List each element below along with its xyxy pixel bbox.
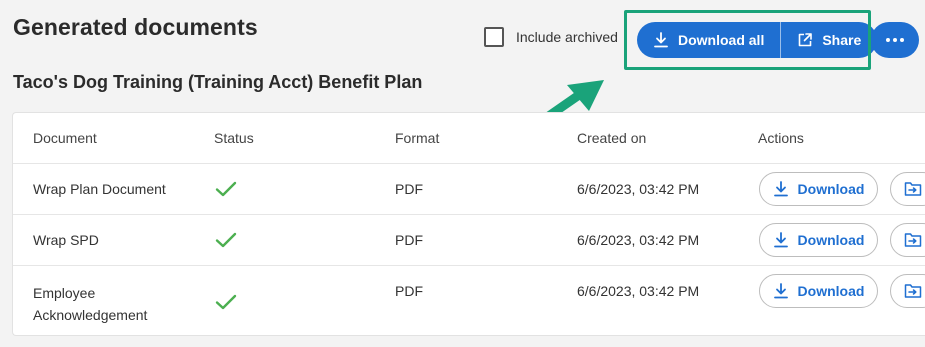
table-row: Wrap SPD PDF 6/6/2023, 03:42 PM Download bbox=[13, 215, 925, 266]
column-header-document: Document bbox=[33, 130, 97, 146]
check-icon bbox=[215, 294, 237, 310]
move-to-folder-button[interactable] bbox=[890, 172, 925, 206]
download-icon bbox=[773, 181, 788, 197]
document-format: PDF bbox=[395, 283, 423, 299]
document-name-line: Employee bbox=[33, 285, 96, 301]
folder-move-icon bbox=[904, 182, 922, 196]
column-header-created-on: Created on bbox=[577, 130, 647, 146]
download-label: Download bbox=[797, 283, 865, 299]
table-header-row: Document Status Format Created on Action… bbox=[13, 113, 925, 164]
table-row: Wrap Plan Document PDF 6/6/2023, 03:42 P… bbox=[13, 164, 925, 215]
table-row: Employee Acknowledgement PDF 6/6/2023, 0… bbox=[13, 266, 925, 336]
download-button[interactable]: Download bbox=[759, 172, 878, 206]
document-format: PDF bbox=[395, 232, 423, 248]
document-format: PDF bbox=[395, 181, 423, 197]
download-icon bbox=[773, 232, 788, 248]
document-name: Wrap SPD bbox=[33, 232, 99, 248]
document-name-line: Acknowledgement bbox=[33, 307, 148, 323]
move-to-folder-button[interactable] bbox=[890, 223, 925, 257]
download-button[interactable]: Download bbox=[759, 223, 878, 257]
page-title: Generated documents bbox=[13, 14, 258, 40]
document-created-on: 6/6/2023, 03:42 PM bbox=[577, 283, 700, 299]
move-to-folder-button[interactable] bbox=[890, 274, 925, 308]
documents-table: Document Status Format Created on Action… bbox=[12, 112, 925, 336]
document-created-on: 6/6/2023, 03:42 PM bbox=[577, 232, 700, 248]
more-dot-icon bbox=[900, 38, 904, 42]
include-archived-label: Include archived bbox=[516, 29, 618, 45]
column-header-format: Format bbox=[395, 130, 440, 146]
download-label: Download bbox=[797, 181, 865, 197]
document-name: Wrap Plan Document bbox=[33, 181, 166, 197]
plan-title: Taco's Dog Training (Training Acct) Bene… bbox=[13, 72, 423, 92]
download-label: Download bbox=[797, 232, 865, 248]
annotation-highlight-box bbox=[624, 10, 871, 70]
download-button[interactable]: Download bbox=[759, 274, 878, 308]
column-header-actions: Actions bbox=[758, 130, 804, 146]
more-dot-icon bbox=[893, 38, 897, 42]
document-name: Employee Acknowledgement bbox=[33, 282, 147, 326]
include-archived-toggle[interactable]: Include archived bbox=[484, 27, 618, 47]
download-icon bbox=[773, 283, 788, 299]
folder-move-icon bbox=[904, 233, 922, 247]
check-icon bbox=[215, 232, 237, 248]
include-archived-checkbox[interactable] bbox=[484, 27, 504, 47]
document-created-on: 6/6/2023, 03:42 PM bbox=[577, 181, 700, 197]
more-options-button[interactable] bbox=[871, 22, 919, 58]
more-dot-icon bbox=[886, 38, 890, 42]
folder-move-icon bbox=[904, 284, 922, 298]
check-icon bbox=[215, 181, 237, 197]
column-header-status: Status bbox=[214, 130, 254, 146]
